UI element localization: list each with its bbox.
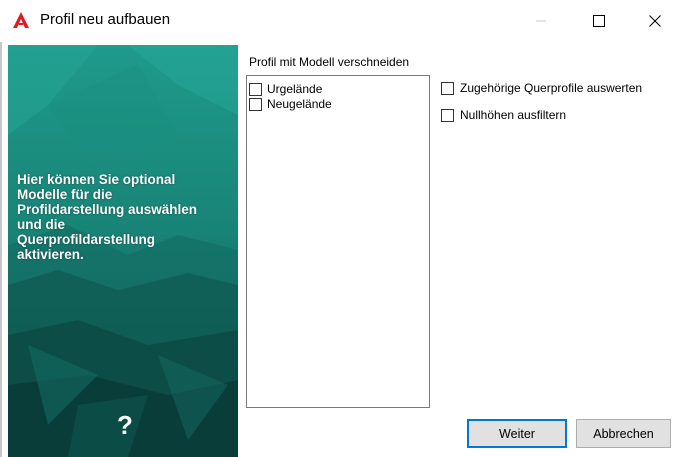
null-heights-checkbox[interactable]: [441, 108, 454, 122]
maximize-button[interactable]: [576, 0, 622, 42]
model-listbox[interactable]: Urgelände Neugelände: [246, 75, 430, 408]
window-title: Profil neu aufbauen: [40, 11, 171, 28]
next-button[interactable]: Weiter: [467, 419, 567, 448]
maximize-icon: [593, 15, 605, 27]
checkbox[interactable]: [249, 97, 262, 111]
list-item-urgelaende[interactable]: Urgelände: [249, 81, 322, 97]
sidepanel-line: Modelle für die: [17, 187, 113, 202]
sidepanel-line: Hier können Sie optional: [17, 172, 176, 187]
cross-profiles-option[interactable]: Zugehörige Querprofile auswerten: [441, 81, 642, 95]
close-icon: [649, 15, 661, 27]
title-bar: Profil neu aufbauen: [0, 0, 678, 42]
close-button[interactable]: [632, 0, 678, 42]
list-item-label: Neugelände: [267, 97, 332, 111]
list-item-neugelaende[interactable]: Neugelände: [249, 96, 332, 112]
sidepanel-line: und die: [17, 217, 65, 232]
help-icon[interactable]: ?: [111, 411, 139, 439]
group-label: Profil mit Modell verschneiden: [249, 55, 410, 69]
sidepanel-description: Hier können Sie optional Modelle für die…: [17, 172, 237, 262]
checkbox[interactable]: [249, 82, 262, 96]
cross-profiles-label: Zugehörige Querprofile auswerten: [460, 81, 643, 95]
list-item-label: Urgelände: [267, 82, 323, 96]
info-sidepanel: Hier können Sie optional Modelle für die…: [8, 45, 238, 457]
cross-profiles-checkbox[interactable]: [441, 81, 454, 95]
sidepanel-line: Profildarstellung auswählen: [17, 202, 198, 217]
minimize-button[interactable]: [518, 0, 564, 42]
null-heights-label: Nullhöhen ausfiltern: [460, 108, 567, 122]
autocad-logo-icon: [13, 12, 29, 28]
null-heights-option[interactable]: Nullhöhen ausfiltern: [441, 108, 566, 122]
minimize-icon: [536, 20, 546, 22]
cancel-button[interactable]: Abbrechen: [576, 419, 671, 448]
window-border: [0, 42, 2, 457]
dialog-window: Profil neu aufbauen Hier können Sie opti…: [0, 0, 678, 457]
sidepanel-line: Querprofildarstellung: [17, 232, 156, 247]
sidepanel-line: aktivieren.: [17, 247, 84, 262]
